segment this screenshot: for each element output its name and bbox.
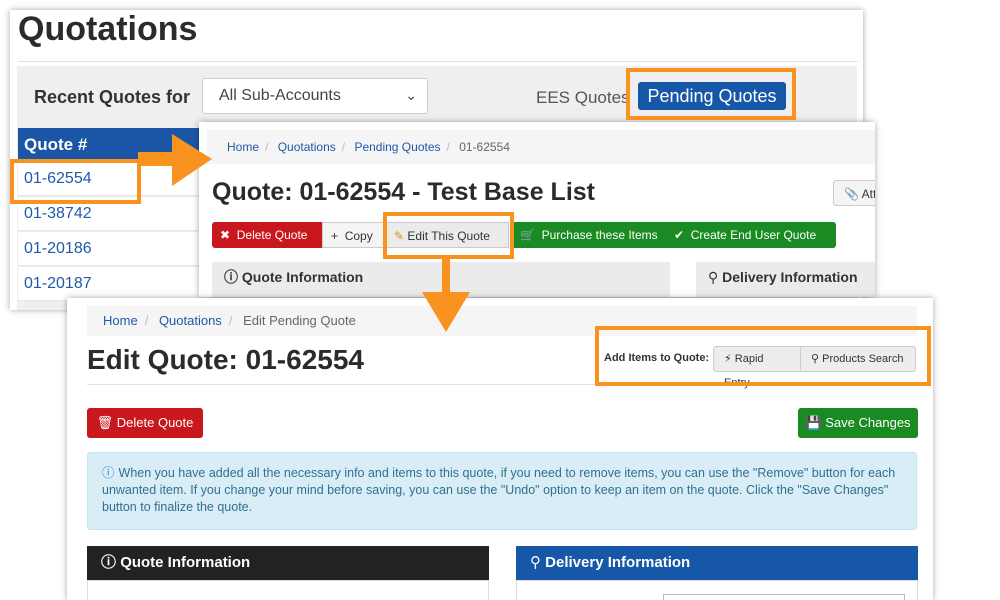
quote-link[interactable]: 01-62554 bbox=[24, 170, 92, 187]
breadcrumb: Home / Quotations / Edit Pending Quote bbox=[87, 306, 917, 336]
save-label: Save Changes bbox=[825, 415, 911, 430]
end-user-label: Create End User Quote bbox=[690, 228, 817, 242]
map-marker-icon: ⚲ bbox=[708, 269, 719, 285]
delivery-field[interactable] bbox=[663, 594, 905, 600]
delivery-info-label: Delivery Information bbox=[722, 269, 858, 285]
divider bbox=[87, 384, 917, 385]
edit-quote-button[interactable]: ✎ Edit This Quote bbox=[385, 222, 509, 248]
attach-label: Att bbox=[861, 187, 875, 201]
quote-info-body bbox=[87, 580, 489, 600]
ees-quotes-link[interactable]: EES Quotes bbox=[536, 88, 630, 108]
breadcrumb-home[interactable]: Home bbox=[103, 313, 138, 328]
trash-icon: 🗑 bbox=[96, 415, 114, 430]
quote-info-label: Quote Information bbox=[241, 269, 364, 285]
add-items-label: Add Items to Quote: bbox=[604, 352, 710, 364]
cart-icon: 🛒 bbox=[520, 228, 535, 242]
map-marker-icon: ⚲ bbox=[530, 554, 541, 571]
breadcrumb-current: 01-62554 bbox=[459, 140, 510, 154]
subaccount-select-value: All Sub-Accounts bbox=[219, 87, 341, 104]
copy-button[interactable]: + Copy bbox=[322, 222, 384, 248]
quote-detail-panel: Home / Quotations / Pending Quotes/ 01-625… bbox=[199, 122, 875, 297]
info-icon: ⓘ bbox=[102, 466, 115, 480]
save-changes-button[interactable]: 💾 Save Changes bbox=[798, 408, 918, 438]
page-title: Edit Quote: 01-62554 bbox=[87, 344, 364, 375]
breadcrumb-quotations[interactable]: Quotations bbox=[278, 140, 336, 154]
info-text: When you have added all the necessary in… bbox=[102, 466, 896, 514]
floppy-icon: 💾 bbox=[805, 415, 822, 430]
divider bbox=[18, 61, 858, 62]
edit-quote-panel: Home / Quotations / Edit Pending Quote Edi… bbox=[67, 298, 933, 600]
quote-info-header: ⓘ Quote Information bbox=[87, 546, 489, 580]
delete-label: Delete Quote bbox=[236, 228, 308, 242]
arrow-down-icon bbox=[422, 256, 470, 332]
bolt-icon: ⚡︎ bbox=[724, 353, 732, 365]
arrow-right-icon bbox=[138, 134, 212, 186]
quote-info-label: Quote Information bbox=[120, 554, 251, 571]
check-icon: ✔ bbox=[674, 228, 685, 242]
pencil-icon: ✎ bbox=[394, 229, 405, 243]
info-icon: ⓘ bbox=[101, 554, 117, 571]
delivery-info-header: ⚲ Delivery Information bbox=[696, 262, 875, 297]
plus-icon: + bbox=[331, 229, 339, 243]
delivery-info-header: ⚲ Delivery Information bbox=[516, 546, 918, 580]
purchase-items-button[interactable]: 🛒 Purchase these Items bbox=[512, 222, 666, 248]
products-search-label: Products Search bbox=[822, 353, 904, 365]
create-end-user-quote-button[interactable]: ✔ Create End User Quote bbox=[666, 222, 836, 248]
table-row[interactable]: 01-20186 bbox=[18, 232, 208, 266]
quote-link[interactable]: 01-20187 bbox=[24, 275, 92, 292]
breadcrumb-quotations[interactable]: Quotations bbox=[159, 313, 222, 328]
table-row[interactable]: 01-20187 bbox=[18, 267, 208, 301]
delete-quote-button[interactable]: ✖ Delete Quote bbox=[212, 222, 322, 248]
breadcrumb-home[interactable]: Home bbox=[227, 140, 259, 154]
paperclip-icon: 📎 bbox=[844, 187, 859, 201]
delete-quote-button[interactable]: 🗑 Delete Quote bbox=[87, 408, 203, 438]
breadcrumb: Home / Quotations / Pending Quotes/ 01-625… bbox=[207, 130, 875, 164]
products-search-button[interactable]: ⚲ Products Search bbox=[800, 346, 916, 372]
recent-quotes-label: Recent Quotes for bbox=[34, 87, 191, 107]
delivery-info-label: Delivery Information bbox=[545, 554, 691, 571]
info-alert: ⓘ When you have added all the necessary i… bbox=[87, 452, 917, 530]
attach-button[interactable]: 📎 Att bbox=[833, 180, 875, 206]
subaccount-select[interactable]: All Sub-Accounts ⌄ bbox=[202, 78, 428, 114]
edit-label: Edit This Quote bbox=[407, 229, 490, 243]
breadcrumb-current: Edit Pending Quote bbox=[243, 313, 356, 328]
search-icon: ⚲ bbox=[811, 353, 820, 365]
quote-link[interactable]: 01-38742 bbox=[24, 205, 92, 222]
delete-label: Delete Quote bbox=[116, 415, 194, 430]
quote-link[interactable]: 01-20186 bbox=[24, 240, 92, 257]
info-icon: ⓘ bbox=[224, 269, 238, 285]
table-row[interactable]: 01-38742 bbox=[18, 197, 208, 231]
rapid-entry-button[interactable]: ⚡︎ Rapid Entry bbox=[713, 346, 801, 389]
pending-quotes-button[interactable]: Pending Quotes bbox=[638, 82, 786, 110]
copy-label: Copy bbox=[344, 229, 373, 243]
breadcrumb-pending-quotes[interactable]: Pending Quotes bbox=[354, 140, 440, 154]
close-icon: ✖ bbox=[220, 228, 231, 242]
page-title: Quotations bbox=[18, 10, 198, 48]
page-title: Quote: 01-62554 - Test Base List bbox=[212, 178, 596, 206]
chevron-down-icon: ⌄ bbox=[405, 87, 417, 103]
purchase-label: Purchase these Items bbox=[541, 228, 658, 242]
